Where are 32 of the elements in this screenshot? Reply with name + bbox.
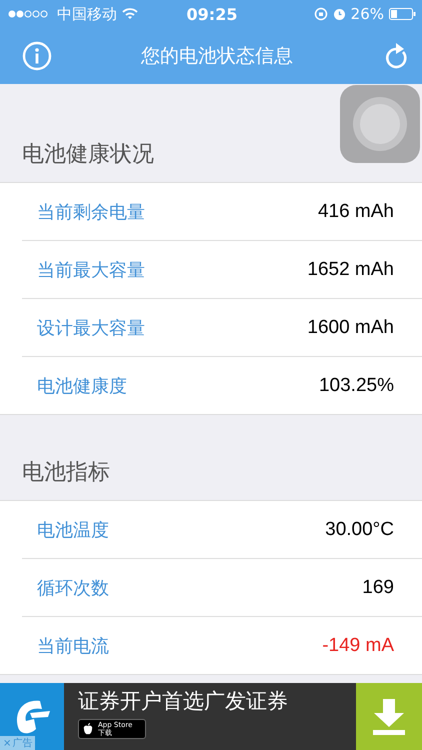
row-value: 103.25% (318, 374, 394, 396)
ad-headline: 证券开户首选广发证券 (78, 688, 289, 715)
row-value: 30.00°C (325, 518, 394, 540)
section-header: 电池健康状况 (21, 140, 155, 168)
row-label: 设计最大容量 (37, 316, 145, 340)
row-label: 当前剩余电量 (37, 200, 145, 224)
apple-icon (83, 723, 93, 735)
row-value: 1600 mAh (307, 316, 394, 338)
row-label: 电池温度 (37, 518, 109, 542)
rotation-lock-icon (314, 7, 328, 21)
row-value: 416 mAh (318, 200, 394, 222)
row-value: -149 mA (322, 634, 394, 656)
screen-title: 您的电池状态信息 (141, 44, 293, 69)
ad-label: 广告 (12, 736, 32, 750)
row-value: 1652 mAh (307, 258, 394, 280)
row-label: 电池健康度 (37, 374, 127, 398)
info-button[interactable] (22, 41, 52, 71)
section-header: 电池指标 (21, 458, 111, 486)
carrier-name: 中国移动 (57, 4, 117, 24)
wifi-icon (122, 8, 138, 20)
app-logo-icon (0, 683, 64, 750)
row-label: 当前电流 (37, 634, 109, 658)
download-button[interactable] (356, 683, 422, 750)
alarm-icon (332, 8, 346, 20)
download-icon (372, 698, 406, 734)
row-label: 当前最大容量 (37, 258, 145, 282)
battery-percent: 26% (350, 5, 384, 23)
row-label: 循环次数 (37, 576, 109, 600)
assistive-touch-button[interactable] (340, 85, 420, 163)
battery-icon (389, 8, 416, 20)
row-value: 169 (362, 576, 394, 598)
status-time: 09:25 (186, 4, 238, 24)
